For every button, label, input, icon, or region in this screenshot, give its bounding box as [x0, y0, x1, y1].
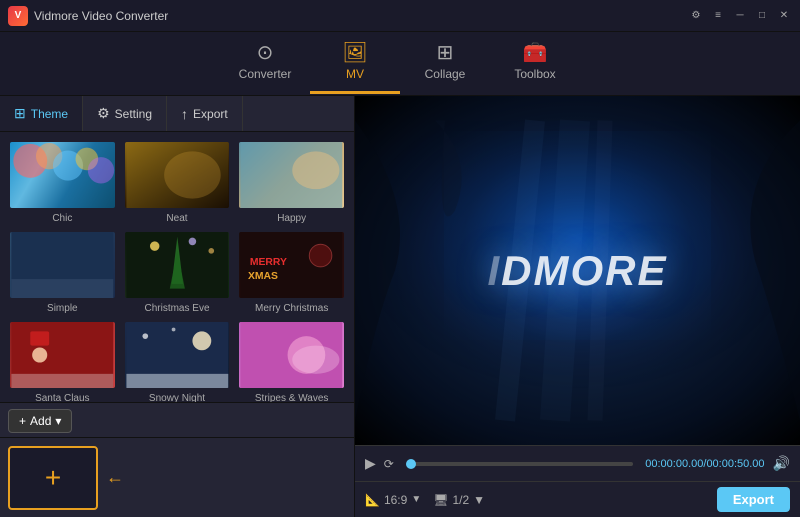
theme-tab-icon: ⊞	[14, 105, 26, 122]
video-overlay-text: IDMORE	[487, 247, 667, 295]
rewind-button[interactable]: ⟳	[384, 457, 394, 471]
theme-chic-label: Chic	[52, 213, 72, 224]
theme-christmas-eve[interactable]: Christmas Eve	[123, 230, 232, 314]
ratio-chevron: ▼	[411, 494, 421, 505]
ratio-icon: 📐	[365, 493, 380, 507]
ratio-value: 16:9	[384, 493, 407, 507]
minimize-button[interactable]: ─	[732, 8, 748, 24]
theme-grid: Chic	[0, 132, 354, 402]
collage-icon: ⊞	[437, 43, 454, 63]
svg-text:MERRY: MERRY	[250, 257, 287, 268]
theme-happy-label: Happy	[277, 213, 306, 224]
export-button[interactable]: Export	[717, 487, 790, 512]
mv-icon: 🖼	[342, 43, 367, 63]
theme-santa-claus[interactable]: Santa Claus	[8, 320, 117, 402]
title-bar: V Vidmore Video Converter ⚙ ≡ ─ □ ✕	[0, 0, 800, 32]
tab-setting[interactable]: ⚙ Setting	[83, 96, 167, 131]
theme-simple[interactable]: Simple	[8, 230, 117, 314]
nav-converter-label: Converter	[239, 67, 292, 81]
add-label: Add	[30, 414, 51, 428]
volume-icon[interactable]: 🔊	[773, 455, 790, 472]
add-icon: +	[19, 414, 26, 428]
logo-text: V	[15, 10, 22, 21]
theme-happy[interactable]: Happy	[237, 140, 346, 224]
aspect-ratio-select[interactable]: 📐 16:9 ▼	[365, 493, 421, 507]
plus-icon: +	[45, 464, 61, 492]
theme-neat[interactable]: Neat	[123, 140, 232, 224]
nav-toolbox[interactable]: 🧰 Toolbox	[490, 34, 580, 94]
play-button[interactable]: ▶	[365, 455, 376, 472]
nav-collage-label: Collage	[425, 67, 466, 81]
theme-snowy-night-label: Snowy Night	[149, 393, 205, 402]
arrow-indicator: ←	[106, 467, 124, 488]
page-select[interactable]: 🖥 1/2 ▼	[433, 493, 485, 507]
theme-simple-label: Simple	[47, 303, 78, 314]
progress-dot	[406, 459, 416, 469]
theme-chic[interactable]: Chic	[8, 140, 117, 224]
svg-text:XMAS: XMAS	[248, 271, 278, 282]
app-title: Vidmore Video Converter	[34, 9, 168, 23]
theme-snowy-night-thumb[interactable]	[123, 320, 232, 390]
nav-collage[interactable]: ⊞ Collage	[400, 34, 490, 94]
setting-tab-icon: ⚙	[97, 105, 110, 122]
theme-neat-thumb[interactable]	[123, 140, 232, 210]
theme-stripes-waves[interactable]: Stripes & Waves	[237, 320, 346, 402]
progress-bar[interactable]	[406, 462, 633, 466]
theme-stripes-waves-label: Stripes & Waves	[255, 393, 329, 402]
time-display: 00:00:00.00/00:00:50.00	[645, 458, 764, 470]
nav-toolbox-label: Toolbox	[514, 67, 555, 81]
sub-tabs: ⊞ Theme ⚙ Setting ↑ Export	[0, 96, 354, 132]
maximize-button[interactable]: □	[754, 8, 770, 24]
toolbox-icon: 🧰	[523, 43, 548, 63]
theme-merry-christmas-thumb[interactable]: MERRY XMAS	[237, 230, 346, 300]
export-tab-icon: ↑	[181, 106, 188, 122]
theme-christmas-eve-label: Christmas Eve	[144, 303, 209, 314]
add-button[interactable]: + Add ▾	[8, 409, 72, 433]
nav-bar: ⊙ Converter 🖼 MV ⊞ Collage 🧰 Toolbox	[0, 32, 800, 96]
close-button[interactable]: ✕	[776, 8, 792, 24]
menu-button[interactable]: ≡	[710, 8, 726, 24]
nav-mv[interactable]: 🖼 MV	[310, 34, 400, 94]
theme-stripes-waves-thumb[interactable]	[237, 320, 346, 390]
theme-santa-claus-thumb[interactable]	[8, 320, 117, 390]
video-preview: IDMORE	[355, 96, 800, 445]
bottom-controls: 📐 16:9 ▼ 🖥 1/2 ▼ Export	[355, 481, 800, 517]
title-bar-left: V Vidmore Video Converter	[8, 6, 168, 26]
nav-converter[interactable]: ⊙ Converter	[220, 34, 310, 94]
tab-export[interactable]: ↑ Export	[167, 96, 243, 131]
theme-happy-thumb[interactable]	[237, 140, 346, 210]
page-icon: 🖥	[433, 493, 448, 507]
theme-simple-thumb[interactable]	[8, 230, 117, 300]
media-strip: + ←	[0, 437, 354, 517]
page-value: 1/2	[452, 493, 469, 507]
converter-icon: ⊙	[257, 43, 274, 63]
left-panel-content: ⊞ Theme ⚙ Setting ↑ Export	[0, 96, 354, 517]
content-area: ⊞ Theme ⚙ Setting ↑ Export	[0, 96, 800, 517]
right-panel: IDMORE ▶ ⟳ 00:00:00.00/00:00:50.00 🔊 📐 1…	[355, 96, 800, 517]
theme-chic-thumb[interactable]	[8, 140, 117, 210]
tab-setting-label: Setting	[115, 107, 152, 121]
theme-merry-christmas-label: Merry Christmas	[255, 303, 328, 314]
page-chevron: ▼	[473, 493, 485, 507]
tab-theme-label: Theme	[31, 107, 68, 121]
theme-santa-claus-label: Santa Claus	[35, 393, 89, 402]
tab-theme[interactable]: ⊞ Theme	[0, 96, 83, 131]
app-logo: V	[8, 6, 28, 26]
theme-christmas-eve-thumb[interactable]	[123, 230, 232, 300]
tab-export-label: Export	[193, 107, 228, 121]
settings-button[interactable]: ⚙	[688, 8, 704, 24]
title-bar-controls: ⚙ ≡ ─ □ ✕	[688, 8, 792, 24]
theme-neat-label: Neat	[166, 213, 187, 224]
add-media-placeholder[interactable]: +	[8, 446, 98, 510]
left-panel: ⊞ Theme ⚙ Setting ↑ Export	[0, 96, 355, 517]
theme-snowy-night[interactable]: Snowy Night	[123, 320, 232, 402]
nav-mv-label: MV	[346, 67, 364, 81]
playback-controls: ▶ ⟳ 00:00:00.00/00:00:50.00 🔊	[355, 445, 800, 481]
theme-merry-christmas[interactable]: MERRY XMAS Merry Christmas	[237, 230, 346, 314]
add-dropdown-icon: ▾	[55, 414, 61, 428]
